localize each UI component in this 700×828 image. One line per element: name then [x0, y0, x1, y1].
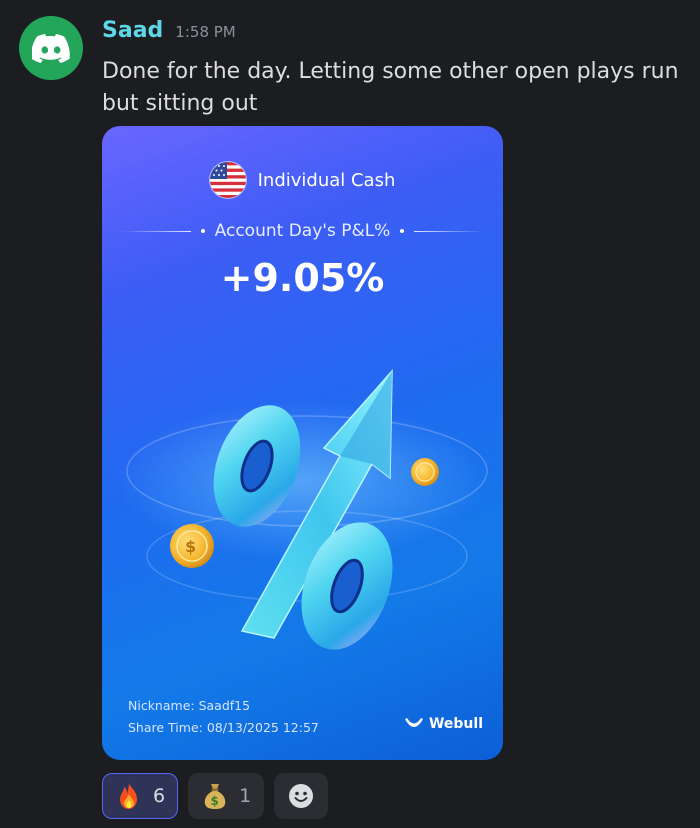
add-reaction-smiley-icon [289, 784, 314, 808]
avatar[interactable] [19, 16, 83, 80]
share-time: Share Time: 08/13/2025 12:57 [128, 720, 319, 735]
money-bag-emoji-icon: $ [204, 784, 226, 809]
reaction-count: 6 [153, 785, 166, 807]
divider-dot [400, 229, 405, 233]
pnl-label: Account Day's P&L% [214, 221, 391, 241]
message-text: Done for the day. Letting some other ope… [102, 59, 679, 116]
account-name: Individual Cash [257, 169, 396, 191]
divider-line [120, 230, 191, 232]
fire-emoji-icon [120, 783, 137, 809]
pnl-value: +9.05% [220, 256, 385, 300]
divider-dot [200, 229, 205, 233]
brand-name: Webull [428, 716, 483, 732]
divider-line [414, 230, 485, 232]
add-reaction-button[interactable] [274, 773, 329, 819]
discord-logo-icon [32, 34, 70, 63]
us-flag-icon [209, 162, 246, 198]
webull-logo-icon [404, 718, 423, 727]
svg-text:$: $ [185, 537, 196, 556]
reactions-bar: 6 $ 1 [102, 773, 329, 819]
message-header: Saad 1:58 PM [102, 18, 236, 43]
brand-logo: Webull [404, 716, 483, 732]
pnl-label-row: Account Day's P&L% [102, 221, 503, 241]
pnl-share-card[interactable]: $ Individual Cash Account Day's P&L% +9.… [102, 126, 503, 760]
reaction-count: 1 [239, 785, 252, 807]
discord-message: Saad 1:58 PM Done for the day. Letting s… [0, 0, 700, 828]
nickname: Nickname: Saadf15 [128, 698, 251, 713]
username[interactable]: Saad [102, 18, 163, 43]
timestamp[interactable]: 1:58 PM [175, 23, 235, 41]
reaction-money-bag[interactable]: $ 1 [188, 773, 265, 819]
svg-text:$: $ [211, 794, 219, 808]
reaction-fire[interactable]: 6 [102, 773, 179, 819]
account-header: Individual Cash [102, 162, 503, 198]
